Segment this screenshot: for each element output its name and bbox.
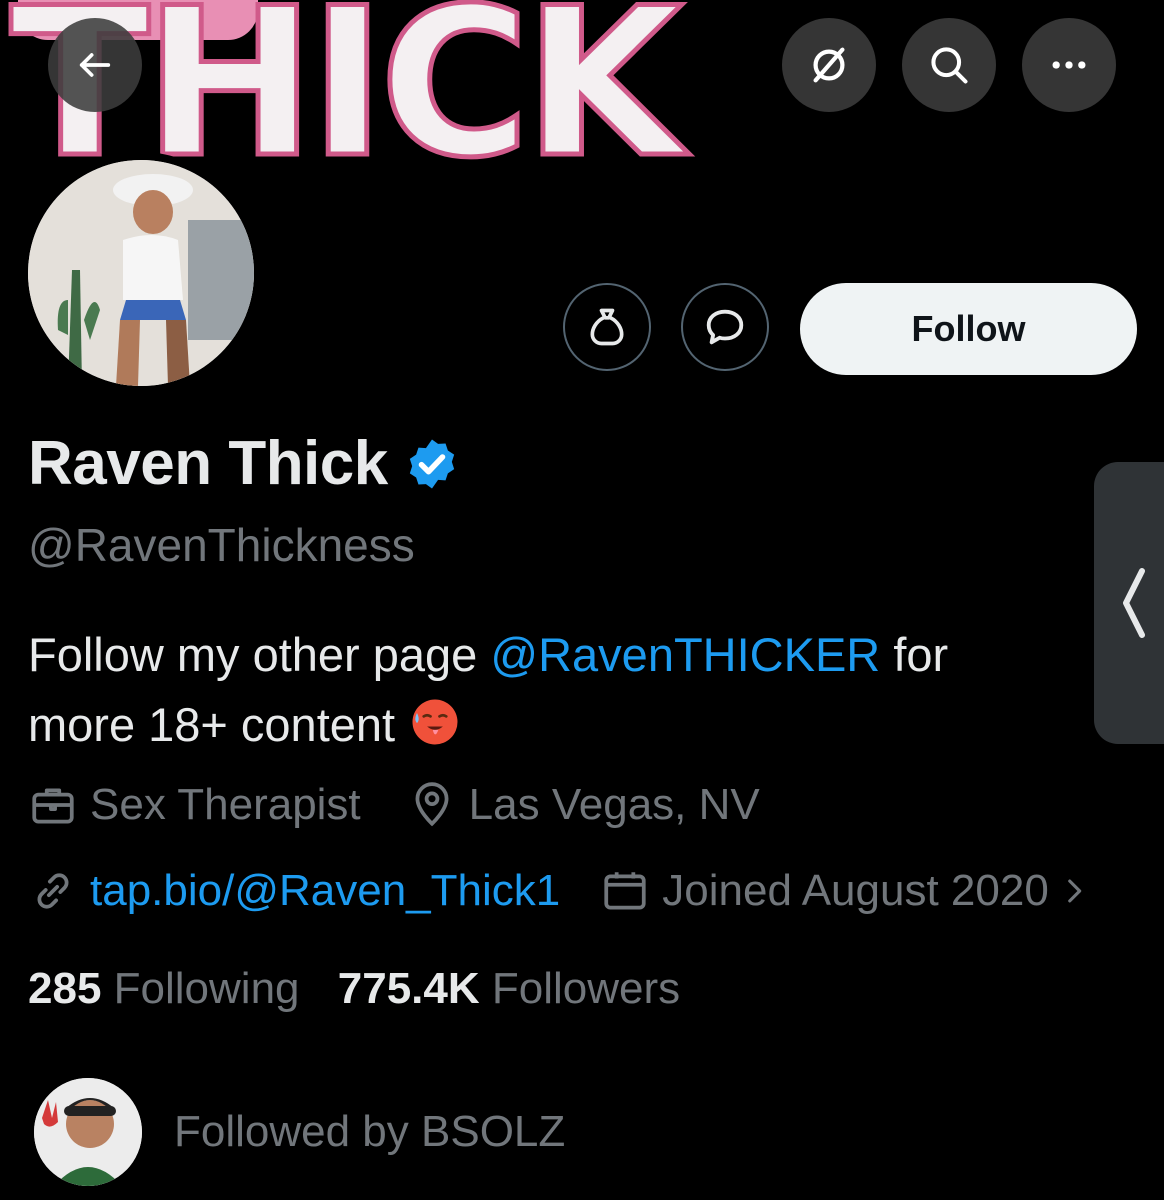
display-name: Raven Thick <box>28 429 388 498</box>
search-button[interactable] <box>902 18 996 112</box>
link-icon <box>37 873 69 909</box>
following-value: 285 <box>28 964 102 1013</box>
followers-value: 775.4K <box>337 964 480 1013</box>
chat-bubble-icon <box>706 309 744 345</box>
website-link[interactable]: tap.bio/@Raven_Thick1 <box>90 866 560 916</box>
chevron-right-icon[interactable] <box>1057 874 1091 908</box>
followers-label: Followers <box>479 964 681 1013</box>
profile-avatar[interactable] <box>20 152 262 394</box>
profile-bio: Follow my other page @RavenTHICKER for m… <box>28 620 1068 760</box>
location-item: Las Vegas, NV <box>407 780 760 830</box>
arrow-left-icon <box>79 53 111 77</box>
followed-by-text: Followed by BSOLZ <box>174 1107 566 1156</box>
follow-button[interactable]: Follow <box>800 283 1137 375</box>
joined-item: Joined August 2020 <box>600 866 1091 916</box>
tip-button[interactable] <box>563 283 651 371</box>
side-panel-handle[interactable] <box>1094 462 1164 744</box>
message-button[interactable] <box>681 283 769 371</box>
bio-text-prefix: Follow my other page <box>28 628 491 681</box>
follow-counts: 285 Following 775.4K Followers <box>28 964 680 1014</box>
joined-text: Joined August 2020 <box>662 866 1049 915</box>
verified-badge-icon[interactable] <box>404 436 460 492</box>
mini-avatar-illustration <box>34 1078 142 1186</box>
grok-slash-circle-icon <box>813 47 845 83</box>
avatar-illustration <box>28 160 254 386</box>
profile-meta-row-2: tap.bio/@Raven_Thick1 Joined August 2020 <box>28 866 1091 916</box>
grok-button[interactable] <box>782 18 876 112</box>
search-icon <box>931 47 968 84</box>
avatar-photo <box>28 160 254 386</box>
followers-count[interactable]: 775.4K Followers <box>338 964 680 1013</box>
bio-mention-link[interactable]: @RavenTHICKER <box>490 628 880 681</box>
followed-by-avatar <box>34 1078 142 1186</box>
following-label: Following <box>101 964 300 1013</box>
website-item[interactable]: tap.bio/@Raven_Thick1 <box>28 866 560 916</box>
money-bag-icon <box>590 308 624 346</box>
followed-by-row[interactable]: Followed by BSOLZ <box>34 1078 565 1186</box>
profile-handle: @RavenThickness <box>28 519 415 571</box>
more-horizontal-icon <box>1052 61 1086 69</box>
profile-name-row: Raven Thick <box>28 428 460 499</box>
hot-face-emoji-icon <box>412 699 458 745</box>
location-pin-icon <box>415 782 449 827</box>
more-button[interactable] <box>1022 18 1116 112</box>
following-count[interactable]: 285 Following <box>28 964 300 1013</box>
profile-meta-row: Sex Therapist Las Vegas, NV <box>28 780 760 830</box>
profession-text: Sex Therapist <box>90 780 361 829</box>
calendar-icon <box>604 872 646 910</box>
back-button[interactable] <box>48 18 142 112</box>
location-text: Las Vegas, NV <box>468 780 760 829</box>
briefcase-icon <box>32 788 74 824</box>
chevron-left-icon <box>1123 568 1145 638</box>
profession-item: Sex Therapist <box>28 780 361 830</box>
